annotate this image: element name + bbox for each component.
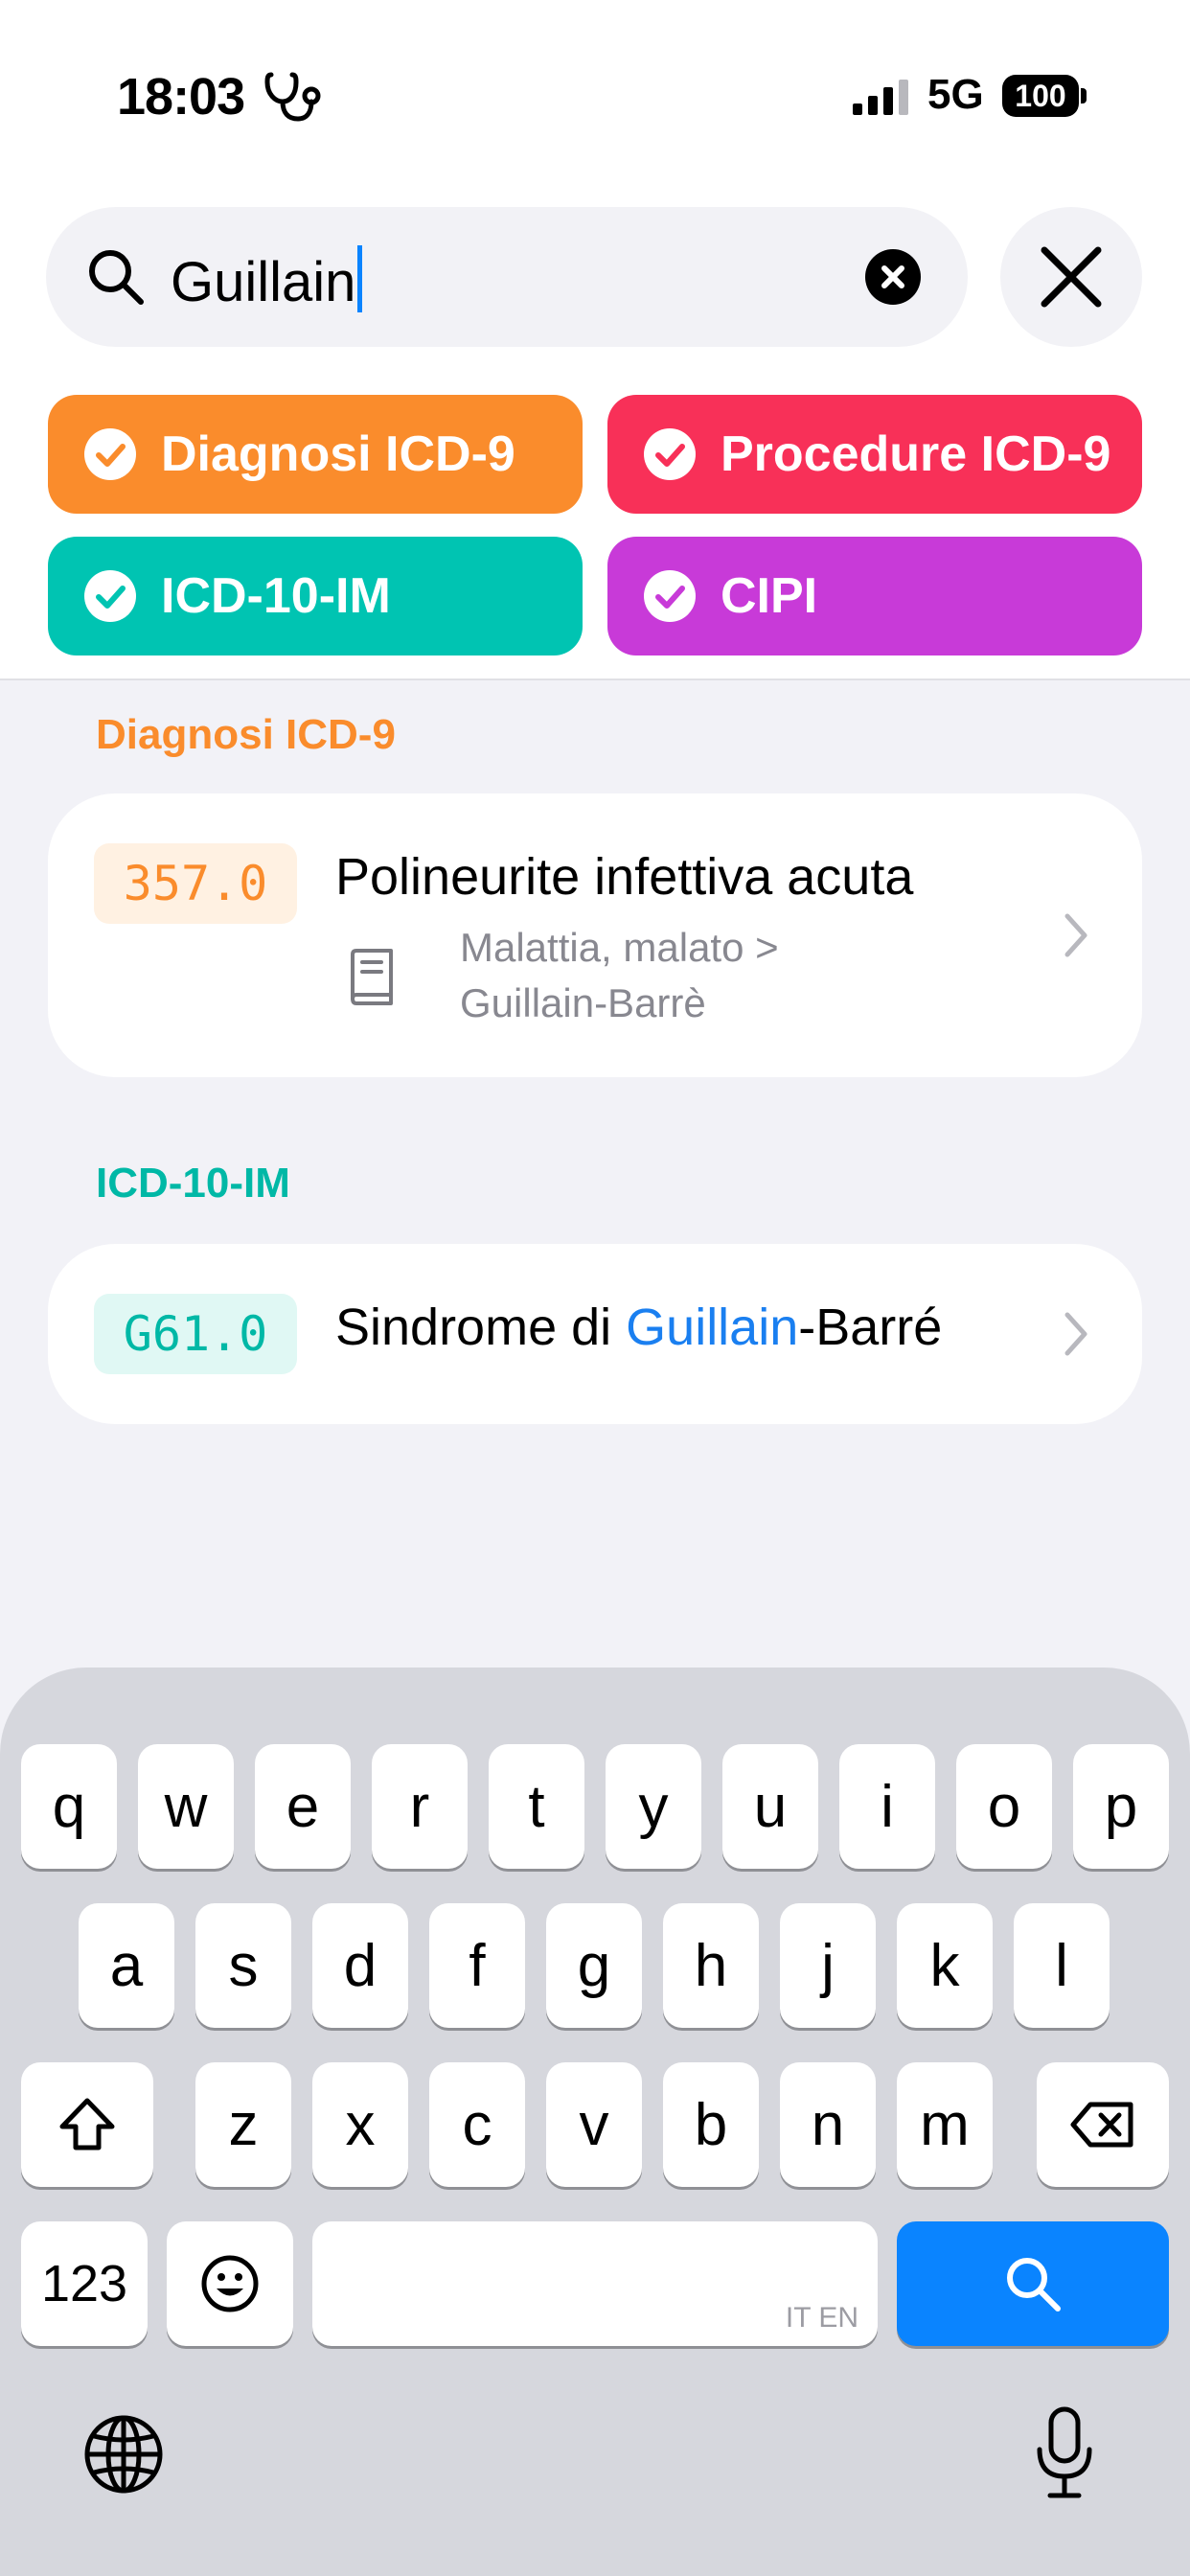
search-icon: [89, 250, 144, 305]
filter-chip-label: ICD-10-IM: [161, 568, 391, 624]
filter-chip-cipi[interactable]: CIPI: [607, 537, 1142, 656]
clear-search-button[interactable]: [865, 249, 921, 305]
text-caret: [357, 245, 363, 312]
close-icon: [1041, 246, 1102, 308]
code-badge: G61.0: [94, 1294, 297, 1374]
space-key[interactable]: IT EN: [312, 2221, 878, 2346]
chevron-right-icon: [1064, 913, 1087, 957]
software-keyboard: q w e r t y u i o p a s d f g h j k l z …: [0, 1668, 1190, 2576]
close-search-button[interactable]: [1000, 207, 1142, 347]
result-card-g61-0[interactable]: G61.0 Sindrome di Guillain-Barré: [48, 1244, 1142, 1424]
chevron-right-icon: [1064, 1312, 1087, 1356]
key-p[interactable]: p: [1073, 1744, 1169, 1869]
check-icon: [644, 570, 696, 622]
key-y[interactable]: y: [606, 1744, 701, 1869]
key-h[interactable]: h: [663, 1903, 759, 2028]
key-z[interactable]: z: [195, 2062, 291, 2187]
key-b[interactable]: b: [663, 2062, 759, 2187]
key-q[interactable]: q: [21, 1744, 117, 1869]
key-g[interactable]: g: [546, 1903, 642, 2028]
key-l[interactable]: l: [1014, 1903, 1110, 2028]
check-icon: [84, 428, 136, 480]
key-w[interactable]: w: [138, 1744, 234, 1869]
section-header-icd10im: ICD-10-IM: [96, 1160, 290, 1207]
filter-chip-diagnosi-icd9[interactable]: Diagnosi ICD-9: [48, 395, 583, 514]
signal-strength-icon: [853, 80, 908, 115]
key-x[interactable]: x: [312, 2062, 408, 2187]
key-v[interactable]: v: [546, 2062, 642, 2187]
key-a[interactable]: a: [79, 1903, 174, 2028]
battery-tip: [1081, 88, 1087, 104]
globe-icon[interactable]: [82, 2413, 165, 2496]
key-j[interactable]: j: [780, 1903, 876, 2028]
key-c[interactable]: c: [429, 2062, 525, 2187]
filter-chip-label: CIPI: [721, 568, 818, 624]
search-icon: [1007, 2258, 1061, 2312]
key-s[interactable]: s: [195, 1903, 291, 2028]
shift-key[interactable]: [21, 2062, 153, 2187]
code-badge: 357.0: [94, 843, 297, 924]
key-o[interactable]: o: [956, 1744, 1052, 1869]
key-m[interactable]: m: [897, 2062, 993, 2187]
network-type: 5G: [927, 71, 984, 118]
key-f[interactable]: f: [429, 1903, 525, 2028]
search-query: Guillain: [171, 251, 356, 313]
shift-icon: [59, 2098, 115, 2150]
backspace-icon: [1070, 2102, 1133, 2148]
search-input[interactable]: Guillain: [171, 245, 363, 314]
search-field[interactable]: Guillain: [46, 207, 968, 347]
title-prefix: Sindrome di: [335, 1299, 627, 1356]
delete-key[interactable]: [1037, 2062, 1169, 2187]
result-title: Polineurite infettiva acuta: [335, 848, 914, 906]
book-icon: [351, 949, 393, 1005]
result-card-357-0[interactable]: 357.0 Polineurite infettiva acuta Malatt…: [48, 794, 1142, 1077]
result-title: Sindrome di Guillain-Barré: [335, 1298, 942, 1357]
numbers-key[interactable]: 123: [21, 2221, 148, 2346]
key-k[interactable]: k: [897, 1903, 993, 2028]
section-header-diagnosi-icd9: Diagnosi ICD-9: [96, 711, 396, 758]
key-r[interactable]: r: [372, 1744, 468, 1869]
battery-indicator: 100: [1002, 75, 1079, 117]
key-t[interactable]: t: [489, 1744, 584, 1869]
result-index-path: Malattia, malato > Guillain-Barrè: [460, 920, 779, 1031]
stethoscope-icon: [264, 72, 321, 122]
language-hint: IT EN: [785, 2302, 858, 2334]
key-n[interactable]: n: [780, 2062, 876, 2187]
filter-chip-icd10im[interactable]: ICD-10-IM: [48, 537, 583, 656]
title-suffix: -Barré: [798, 1299, 943, 1356]
key-e[interactable]: e: [255, 1744, 351, 1869]
emoji-key[interactable]: [167, 2221, 293, 2346]
path-line-2: Guillain-Barrè: [460, 980, 706, 1025]
status-bar: 18:03 5G 100: [0, 0, 1190, 192]
clear-icon: [881, 265, 904, 288]
key-i[interactable]: i: [839, 1744, 935, 1869]
microphone-icon[interactable]: [1031, 2405, 1098, 2501]
path-line-1: Malattia, malato >: [460, 925, 779, 970]
title-match-highlight: Guillain: [626, 1299, 799, 1356]
search-submit-key[interactable]: [897, 2221, 1169, 2346]
key-d[interactable]: d: [312, 1903, 408, 2028]
emoji-icon: [201, 2255, 259, 2312]
status-time: 18:03: [117, 68, 245, 126]
check-icon: [84, 570, 136, 622]
key-u[interactable]: u: [722, 1744, 818, 1869]
filter-chip-label: Diagnosi ICD-9: [161, 426, 515, 482]
filter-chip-label: Procedure ICD-9: [721, 426, 1111, 482]
filter-chip-procedure-icd9[interactable]: Procedure ICD-9: [607, 395, 1142, 514]
check-icon: [644, 428, 696, 480]
